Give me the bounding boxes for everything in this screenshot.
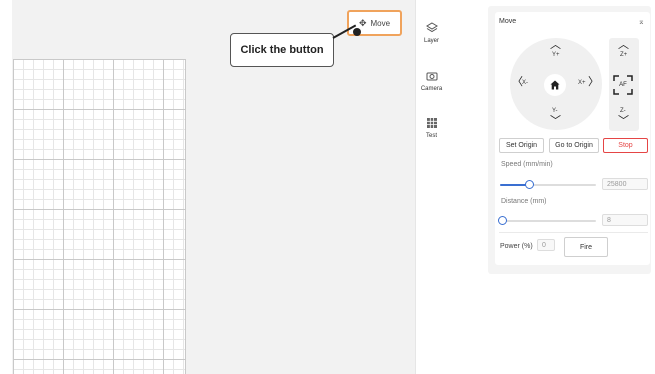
tool-rail: Layer Camera Test <box>415 0 447 374</box>
distance-value: 8 <box>607 216 611 224</box>
move-arrows-icon: ✥ <box>358 17 367 28</box>
panel-title: Move <box>499 18 517 25</box>
power-input[interactable]: 0 <box>537 239 555 251</box>
grid-test-icon <box>416 117 447 133</box>
move-button-label: Move <box>370 18 391 28</box>
y-minus-label: Y- <box>552 108 558 114</box>
distance-input[interactable]: 8 <box>602 214 648 226</box>
fire-button[interactable]: Fire <box>564 237 608 257</box>
layers-icon <box>416 22 447 38</box>
distance-label: Distance (mm) <box>501 198 547 205</box>
z-minus-label: Z- <box>620 108 626 114</box>
panel-divider <box>499 232 648 233</box>
camera-icon <box>416 70 447 86</box>
rail-label-test: Test <box>425 133 437 139</box>
rail-item-camera[interactable]: Camera <box>416 70 447 92</box>
speed-label: Speed (mm/min) <box>501 161 553 168</box>
rail-item-layer[interactable]: Layer <box>416 16 447 50</box>
x-minus-label: X- <box>522 80 528 86</box>
y-plus-chevron-icon[interactable]: ︿ <box>550 40 561 51</box>
distance-slider-track[interactable] <box>500 220 596 222</box>
y-plus-label: Y+ <box>552 52 560 58</box>
power-value: 0 <box>542 241 546 249</box>
callout-pointer-dot <box>353 28 361 36</box>
callout-text: Click the button <box>240 44 324 56</box>
stop-button[interactable]: Stop <box>603 138 648 153</box>
home-icon <box>550 80 560 90</box>
speed-slider-handle[interactable] <box>525 180 534 189</box>
autofocus-label: AF <box>619 82 627 88</box>
go-to-origin-button[interactable]: Go to Origin <box>549 138 599 153</box>
speed-input[interactable]: 25800 <box>602 178 648 190</box>
home-button[interactable] <box>544 74 566 96</box>
y-minus-chevron-icon[interactable]: ﹀ <box>550 116 561 127</box>
set-origin-button[interactable]: Set Origin <box>499 138 544 153</box>
z-plus-chevron-icon[interactable]: ︿ <box>618 40 629 51</box>
rail-label-camera: Camera <box>420 86 443 92</box>
speed-value: 25800 <box>607 180 627 188</box>
workspace-canvas[interactable] <box>12 0 415 374</box>
collapse-icon[interactable]: ⌅ <box>638 17 645 26</box>
distance-slider-handle[interactable] <box>498 216 507 225</box>
autofocus-button[interactable]: AF <box>614 76 632 94</box>
z-plus-label: Z+ <box>620 52 628 58</box>
z-minus-chevron-icon[interactable]: ﹀ <box>618 116 629 127</box>
x-plus-label: X+ <box>578 80 586 86</box>
x-plus-chevron-icon[interactable]: 〉 <box>588 77 599 88</box>
work-grid <box>13 59 186 374</box>
rail-label-layer: Layer <box>423 38 439 44</box>
rail-item-test[interactable]: Test <box>416 117 447 139</box>
callout-box: Click the button <box>230 33 334 67</box>
power-label: Power (%) <box>500 243 533 250</box>
